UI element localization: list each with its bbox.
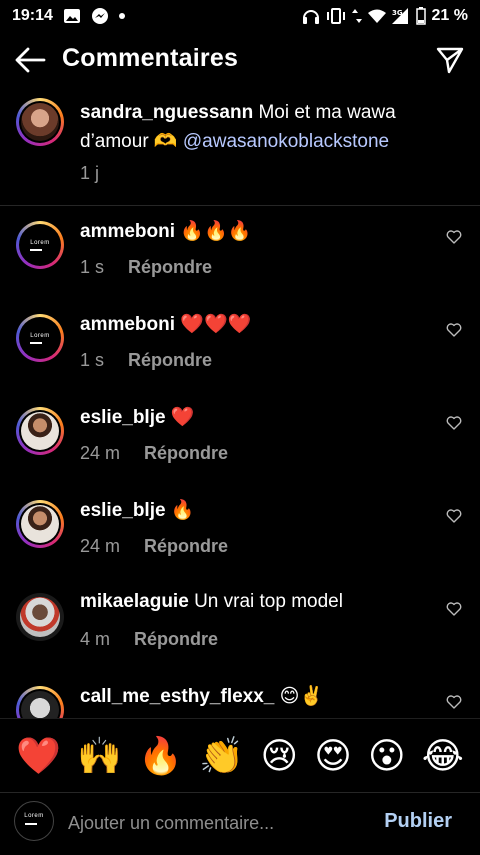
page-title: Commentaires [62,44,239,72]
caption-time: 1 j [80,163,100,183]
comment-row: mikaelaguie Un vrai top model 4 m Répond… [0,577,480,670]
comment-composer: Lorem Ajouter un commentaire... Publier [0,792,480,855]
avatar-logo-text: Lorem [30,333,50,339]
battery-icon [415,7,426,25]
quick-reactions-bar: ❤️ 🙌 🔥 👏 😢 😍 😮 😂 [0,718,480,792]
like-heart-icon[interactable] [446,601,462,617]
data-arrows-icon [351,8,362,24]
comment-username[interactable]: mikaelaguie [80,591,189,612]
current-user-avatar: Lorem [14,801,54,841]
reaction-raised-hands-icon[interactable]: 🙌 [77,737,122,774]
reply-button[interactable]: Répondre [144,443,228,464]
commenter-avatar[interactable] [16,500,64,548]
comment-time: 1 s [80,350,105,370]
reply-button[interactable]: Répondre [134,629,218,650]
commenter-avatar[interactable]: Lorem [16,221,64,269]
avatar-logo-text: Lorem [30,240,50,246]
comment-time: 4 m [80,629,111,649]
headphones-icon [302,7,320,25]
comment-input[interactable]: Ajouter un commentaire... [68,813,274,834]
comment-username[interactable]: ammeboni [80,314,175,335]
reaction-surprised-icon[interactable]: 😮 [368,737,406,774]
comment-row: eslie_blje 🔥 24 m Répondre [0,484,480,577]
caption-text: sandra_nguessann Moi et ma wawa d’amour … [80,98,440,156]
comment-text: Un vrai top model [194,591,343,612]
comment-row: Lorem ammeboni 🔥🔥🔥 1 s Répondre [0,205,480,298]
caption-author-avatar[interactable] [16,98,64,146]
caption-username[interactable]: sandra_nguessann [80,102,253,123]
reaction-heart-icon[interactable]: ❤️ [16,737,61,774]
commenter-avatar[interactable] [16,593,64,641]
wifi-icon [367,9,386,23]
messenger-icon [91,7,109,25]
reaction-crying-icon[interactable]: 😢 [260,737,298,774]
network-type-label: 3G [392,9,403,17]
comment-time: 24 m [80,443,121,463]
comment-row: eslie_blje ❤️ 24 m Répondre [0,391,480,484]
notification-dot-icon [118,13,125,19]
reaction-heart-eyes-icon[interactable]: 😍 [314,737,352,774]
comment-row: Lorem ammeboni ❤️❤️❤️ 1 s Répondre [0,298,480,391]
reaction-laughing-icon[interactable]: 😂 [422,737,464,774]
share-send-icon[interactable] [436,46,464,74]
signal-icon: 3G [391,8,410,24]
reply-button[interactable]: Répondre [128,257,212,278]
comment-username[interactable]: eslie_blje [80,500,166,521]
like-heart-icon[interactable] [446,322,462,338]
like-heart-icon[interactable] [446,229,462,245]
like-heart-icon[interactable] [446,415,462,431]
comment-text: 🔥🔥🔥 [180,221,252,242]
caption-mention[interactable]: @awasanokoblackstone [183,131,389,152]
status-bar: 19:14 3G 21 % [0,0,480,32]
commenter-avatar[interactable] [16,407,64,455]
reply-button[interactable]: Répondre [128,350,212,371]
battery-percent: 21 % [431,7,468,24]
reply-button[interactable]: Répondre [144,536,228,557]
reaction-fire-icon[interactable]: 🔥 [138,737,183,774]
gallery-icon [63,8,81,24]
comment-text: ❤️❤️❤️ [180,314,252,335]
reaction-clapping-icon[interactable]: 👏 [199,737,244,774]
like-heart-icon[interactable] [446,508,462,524]
comment-username[interactable]: call_me_esthy_flexx_ [80,686,274,707]
commenter-avatar[interactable]: Lorem [16,314,64,362]
avatar-logo-text: Lorem [24,813,44,819]
header: Commentaires [0,32,480,88]
comment-time: 24 m [80,536,121,556]
comment-text: 😊✌️ [279,686,324,707]
comment-text: ❤️ [170,407,195,428]
comment-text: 🔥 [170,500,195,521]
back-arrow-icon[interactable] [14,46,46,74]
like-heart-icon[interactable] [446,694,462,710]
publish-button[interactable]: Publier [384,810,452,833]
comment-username[interactable]: eslie_blje [80,407,166,428]
status-time: 19:14 [12,7,53,24]
comment-time: 1 s [80,257,105,277]
comment-username[interactable]: ammeboni [80,221,175,242]
vibrate-icon [326,8,346,24]
